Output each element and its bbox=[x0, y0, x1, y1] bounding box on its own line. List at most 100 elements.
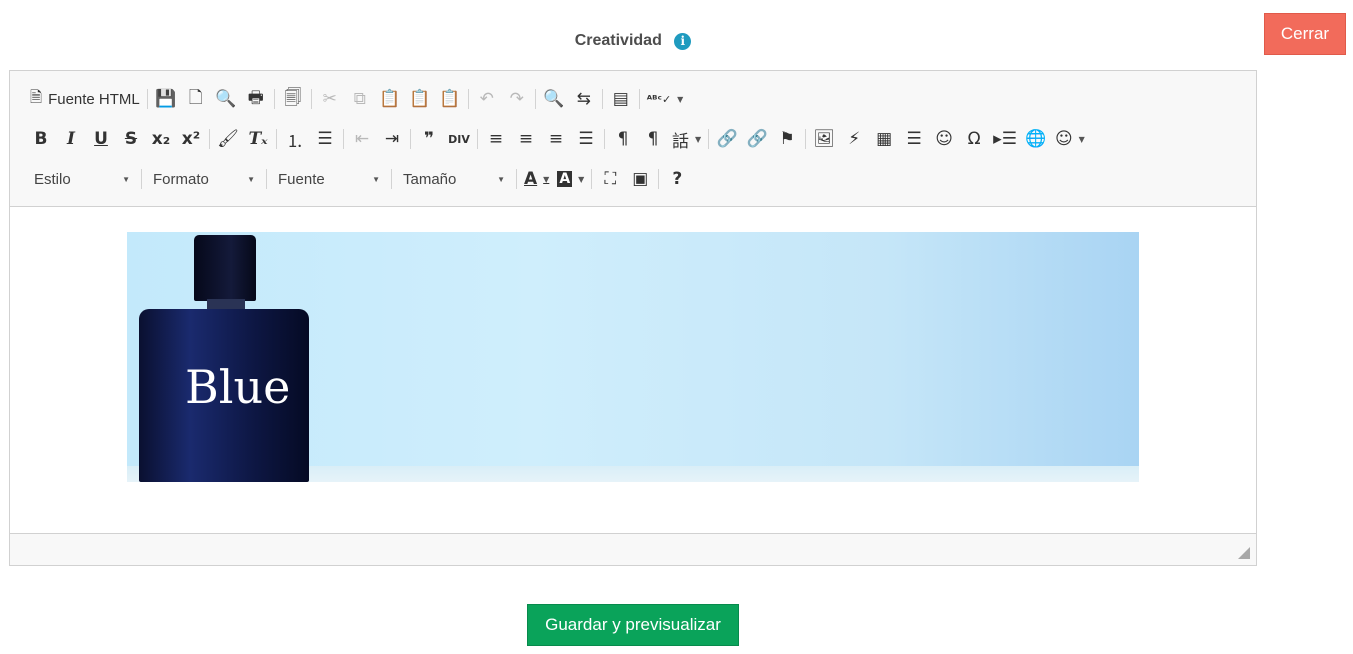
chevron-down-icon: ▼ bbox=[497, 174, 505, 184]
image-icon[interactable]: 🖼 bbox=[809, 125, 839, 153]
numbered-list-icon[interactable]: ⒈ bbox=[280, 125, 310, 153]
ltr-icon[interactable]: ¶ bbox=[608, 125, 638, 153]
replace-icon[interactable]: ⇆ bbox=[569, 85, 599, 113]
source-html-button[interactable]: 🗎 Fuente HTML bbox=[26, 85, 144, 113]
maximize-icon[interactable]: ⛶ bbox=[595, 165, 625, 193]
print-icon[interactable]: 🖶 bbox=[241, 85, 271, 113]
copy-format-icon[interactable]: 🖌 bbox=[213, 125, 243, 153]
separator bbox=[591, 169, 593, 189]
bold-button[interactable]: B bbox=[26, 125, 56, 153]
cut-icon[interactable]: ✂ bbox=[315, 85, 345, 113]
separator bbox=[638, 89, 640, 109]
separator bbox=[534, 89, 536, 109]
blockquote-icon[interactable]: ❞ bbox=[414, 125, 444, 153]
separator bbox=[343, 129, 344, 149]
save-icon[interactable]: 💾 bbox=[151, 85, 181, 113]
chevron-down-icon: ▼ bbox=[247, 174, 255, 184]
help-button[interactable]: ? bbox=[662, 165, 692, 193]
background-color-icon[interactable]: A ▼ bbox=[553, 165, 588, 193]
undo-icon[interactable]: ↶ bbox=[472, 85, 502, 113]
remove-format-icon[interactable]: Tₓ bbox=[243, 125, 273, 153]
info-icon[interactable]: i bbox=[674, 32, 692, 50]
page-title: Creatividad bbox=[574, 32, 662, 49]
language-icon[interactable]: 話 ▼ bbox=[668, 125, 705, 153]
separator bbox=[658, 169, 660, 189]
separator bbox=[477, 129, 478, 149]
size-dropdown-label: Tamaño bbox=[403, 170, 457, 188]
outdent-icon[interactable]: ⇤ bbox=[347, 125, 377, 153]
paste-icon[interactable]: 📋 bbox=[375, 85, 405, 113]
bottle-label-text: Blue bbox=[185, 360, 291, 414]
separator bbox=[266, 169, 267, 189]
align-right-icon[interactable]: ≡ bbox=[541, 125, 571, 153]
separator bbox=[276, 129, 277, 149]
perfume-banner-image: Blue bbox=[127, 232, 1139, 482]
editor-toolbar: 🗎 Fuente HTML 💾 🗋 🔍 🖶 🗐 ✂ ⧉ 📋 📋 📋 ↶ ↷ 🔍 … bbox=[10, 71, 1256, 207]
font-dropdown-label: Fuente bbox=[278, 170, 325, 188]
smiley-icon[interactable]: ☺ bbox=[929, 125, 959, 153]
separator bbox=[141, 169, 142, 189]
align-left-icon[interactable]: ≡ bbox=[481, 125, 511, 153]
source-icon: 🗎 bbox=[30, 88, 43, 106]
bulleted-list-icon[interactable]: ☰ bbox=[310, 125, 340, 153]
find-icon[interactable]: 🔍 bbox=[539, 85, 569, 113]
save-and-preview-button[interactable]: Guardar y previsualizar bbox=[527, 604, 739, 646]
format-dropdown[interactable]: Formato ▼ bbox=[145, 165, 263, 193]
separator bbox=[708, 129, 710, 149]
chevron-down-icon: ▼ bbox=[372, 174, 380, 184]
separator bbox=[209, 129, 210, 149]
table-icon[interactable]: ▦ bbox=[869, 125, 899, 153]
separator bbox=[604, 129, 605, 149]
paste-word-icon[interactable]: 📋 bbox=[435, 85, 465, 113]
horizontal-line-icon[interactable]: ☰ bbox=[899, 125, 929, 153]
spellcheck-icon[interactable]: ᴬᴮᶜ✓ ▼ bbox=[643, 85, 688, 113]
flash-icon[interactable]: ⚡ bbox=[839, 125, 869, 153]
toolbar-row-2: B I U S x₂ x² 🖌 Tₓ ⒈ ☰ ⇤ ⇥ ❞ DIV ≡ ≡ ≡ ☰… bbox=[26, 119, 1256, 159]
unlink-icon[interactable]: 🔗 bbox=[742, 125, 772, 153]
paste-text-icon[interactable]: 📋 bbox=[405, 85, 435, 113]
close-button[interactable]: Cerrar bbox=[1264, 13, 1346, 55]
special-char-icon[interactable]: Ω bbox=[959, 125, 989, 153]
superscript-icon[interactable]: x² bbox=[176, 125, 206, 153]
align-justify-icon[interactable]: ☰ bbox=[571, 125, 601, 153]
div-container-icon[interactable]: DIV bbox=[444, 125, 474, 153]
align-center-icon[interactable]: ≡ bbox=[511, 125, 541, 153]
anchor-flag-icon[interactable]: ⚑ bbox=[772, 125, 802, 153]
bottle-cap bbox=[194, 235, 256, 301]
separator bbox=[601, 89, 603, 109]
subscript-icon[interactable]: x₂ bbox=[146, 125, 176, 153]
editor-content-area[interactable]: Blue bbox=[10, 207, 1256, 533]
separator bbox=[273, 89, 275, 109]
templates-icon[interactable]: 🗐 bbox=[278, 85, 308, 113]
indent-icon[interactable]: ⇥ bbox=[377, 125, 407, 153]
link-icon[interactable]: 🔗 bbox=[712, 125, 742, 153]
font-dropdown[interactable]: Fuente ▼ bbox=[270, 165, 388, 193]
separator bbox=[467, 89, 469, 109]
page-break-icon[interactable]: ▸☰ bbox=[989, 125, 1021, 153]
separator bbox=[516, 169, 517, 189]
style-dropdown[interactable]: Estilo ▼ bbox=[26, 165, 138, 193]
resize-handle-icon[interactable] bbox=[1238, 547, 1250, 559]
copy-icon[interactable]: ⧉ bbox=[345, 85, 375, 113]
rtl-icon[interactable]: ¶ bbox=[638, 125, 668, 153]
separator bbox=[391, 169, 392, 189]
text-color-icon[interactable]: A ▼ bbox=[520, 165, 553, 193]
editor-statusbar bbox=[10, 533, 1256, 565]
separator bbox=[805, 129, 807, 149]
select-all-icon[interactable]: ▤ bbox=[606, 85, 636, 113]
toolbar-row-3: Estilo ▼ Formato ▼ Fuente ▼ Tamaño ▼ A ▼ … bbox=[26, 159, 1256, 199]
strikethrough-button[interactable]: S bbox=[116, 125, 146, 153]
title-row: Creatividad i bbox=[0, 32, 1266, 50]
separator bbox=[410, 129, 411, 149]
emoji-icon[interactable]: ☺ ▼ bbox=[1051, 125, 1089, 153]
show-blocks-icon[interactable]: ▣ bbox=[625, 165, 655, 193]
size-dropdown[interactable]: Tamaño ▼ bbox=[395, 165, 513, 193]
format-dropdown-label: Formato bbox=[153, 170, 209, 188]
redo-icon[interactable]: ↷ bbox=[502, 85, 532, 113]
italic-button[interactable]: I bbox=[56, 125, 86, 153]
preview-icon[interactable]: 🔍 bbox=[211, 85, 241, 113]
iframe-globe-icon[interactable]: 🌐 bbox=[1021, 125, 1051, 153]
underline-button[interactable]: U bbox=[86, 125, 116, 153]
rich-text-editor: 🗎 Fuente HTML 💾 🗋 🔍 🖶 🗐 ✂ ⧉ 📋 📋 📋 ↶ ↷ 🔍 … bbox=[9, 70, 1257, 566]
new-page-icon[interactable]: 🗋 bbox=[181, 85, 211, 113]
